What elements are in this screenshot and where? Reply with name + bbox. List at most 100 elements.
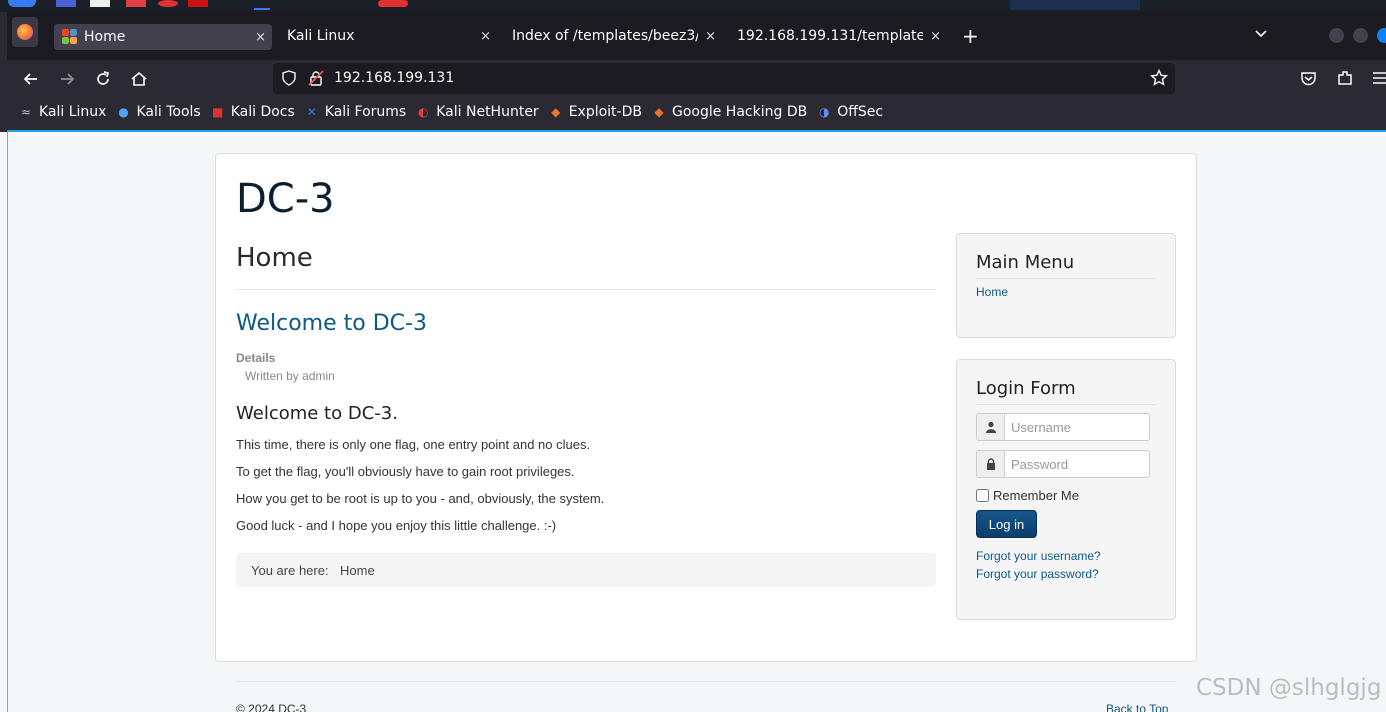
taskbar-app-icon[interactable] (56, 0, 76, 7)
bookmark-exploit-db[interactable]: ◆ Exploit-DB (548, 104, 642, 120)
username-input[interactable] (1004, 413, 1150, 441)
breadcrumb-prefix: You are here: (251, 563, 329, 578)
home-icon[interactable] (129, 69, 149, 89)
new-tab-button[interactable]: + (962, 25, 979, 47)
extensions-icon[interactable] (1336, 69, 1354, 87)
tab-title: Kali Linux (287, 28, 355, 44)
maximize-button[interactable] (1353, 28, 1368, 43)
bookmarks-list: ≈ Kali Linux ● Kali Tools ■ Kali Docs ✕ Kali… (18, 104, 892, 120)
article-paragraph: Good luck - and I hope you enjoy this li… (236, 518, 557, 533)
password-input[interactable] (1004, 450, 1150, 478)
bookmark-label: Kali Tools (136, 104, 201, 120)
page-title: Home (236, 243, 313, 273)
menu-icon[interactable] (1372, 70, 1386, 86)
password-group (976, 450, 1150, 478)
remember-me[interactable]: Remember Me (976, 488, 1079, 503)
taskbar-app-icon[interactable] (158, 0, 178, 7)
tab-title: Index of /templates/beez3/ht (512, 28, 698, 44)
csdn-watermark: CSDN @slhglgjg (1196, 675, 1382, 701)
article-details-label: Details (236, 351, 276, 365)
bookmark-kali-tools[interactable]: ● Kali Tools (115, 104, 200, 120)
close-icon[interactable]: × (480, 29, 491, 44)
taskbar-app-icon[interactable] (126, 0, 146, 7)
login-button[interactable]: Log in (976, 510, 1037, 538)
firefox-view-button[interactable] (12, 17, 38, 47)
close-icon[interactable]: × (705, 29, 716, 44)
bookmark-label: Kali NetHunter (436, 104, 539, 120)
article-paragraph: To get the flag, you'll obviously have t… (236, 464, 575, 479)
article-author: Written by admin (245, 369, 335, 383)
article-paragraph: How you get to be root is up to you - an… (236, 491, 605, 506)
divider (976, 278, 1156, 279)
url-text[interactable]: 192.168.199.131 (334, 70, 454, 86)
back-to-top-link[interactable]: Back to Top (1106, 702, 1168, 712)
bookmark-label: Exploit-DB (568, 104, 642, 120)
tab-title: Home (84, 29, 126, 45)
forgot-username-link[interactable]: Forgot your username? (976, 549, 1101, 563)
reload-icon[interactable] (93, 69, 113, 89)
bookmark-label: Kali Docs (230, 104, 295, 120)
tab-templates-b[interactable]: 192.168.199.131/templates/b × (729, 12, 947, 60)
minimize-button[interactable] (1329, 28, 1344, 43)
bookmark-offsec[interactable]: ◑ OffSec (816, 104, 883, 120)
user-icon (976, 413, 1004, 441)
shield-icon[interactable] (281, 70, 297, 86)
close-window-button[interactable] (1377, 28, 1386, 43)
kali-menu-icon[interactable] (8, 0, 36, 7)
divider (236, 289, 936, 290)
taskbar-app-icon[interactable] (90, 0, 110, 7)
tab-index-templates[interactable]: Index of /templates/beez3/ht × (504, 12, 722, 60)
forward-icon[interactable] (57, 69, 77, 89)
main-menu-item-home[interactable]: Home (976, 285, 1008, 299)
back-icon[interactable] (21, 69, 41, 89)
breadcrumb: You are here: Home (236, 553, 936, 587)
offsec-icon: ◑ (818, 105, 830, 119)
tab-kali-linux[interactable]: Kali Linux × (279, 12, 497, 60)
article-paragraph: This time, there is only one flag, one e… (236, 437, 591, 452)
cpu-graph (1010, 0, 1140, 10)
article-heading: Welcome to DC-3. (236, 403, 398, 424)
taskbar-app-icon[interactable] (188, 0, 208, 7)
bookmark-kali-docs[interactable]: ■ Kali Docs (210, 104, 295, 120)
main-menu-title: Main Menu (976, 252, 1075, 273)
tab-home[interactable]: Home × (54, 24, 272, 50)
exploit-db-icon: ◆ (551, 105, 561, 119)
kali-dragon-icon: ≈ (20, 105, 32, 119)
footer-copyright: © 2024 DC-3 (236, 702, 307, 712)
bookmark-label: Kali Linux (39, 104, 107, 120)
chevron-down-icon[interactable] (1254, 27, 1268, 41)
bookmark-label: Google Hacking DB (671, 104, 808, 120)
ghdb-icon: ◆ (654, 105, 664, 119)
article-title-link[interactable]: Welcome to DC-3 (236, 311, 427, 336)
login-form-title: Login Form (976, 378, 1076, 399)
close-icon[interactable]: × (255, 30, 266, 45)
star-icon[interactable] (1150, 69, 1168, 87)
username-group (976, 413, 1150, 441)
remember-me-checkbox[interactable] (976, 489, 989, 502)
bookmark-kali-linux[interactable]: ≈ Kali Linux (18, 104, 107, 120)
login-form-module: Login Form Remember Me Log in Forgot you… (956, 359, 1176, 620)
lock-icon (976, 450, 1004, 478)
os-taskbar (0, 0, 1386, 12)
bookmark-kali-nethunter[interactable]: ◐ Kali NetHunter (415, 104, 539, 120)
bookmark-label: Kali Forums (324, 104, 407, 120)
kali-docs-icon: ■ (212, 105, 224, 119)
forgot-password-link[interactable]: Forgot your password? (976, 567, 1099, 581)
bookmark-google-hacking-db[interactable]: ◆ Google Hacking DB (651, 104, 807, 120)
pocket-icon[interactable] (1300, 70, 1317, 87)
window-edge (0, 12, 7, 132)
kali-tools-icon: ● (118, 105, 129, 119)
close-icon[interactable]: × (930, 29, 941, 44)
divider (976, 404, 1156, 405)
lock-insecure-icon[interactable] (308, 70, 324, 86)
nethunter-icon: ◐ (417, 105, 429, 119)
joomla-icon (62, 29, 78, 45)
bookmark-kali-forums[interactable]: ✕ Kali Forums (304, 104, 406, 120)
breadcrumb-current: Home (340, 563, 375, 578)
taskbar-app-icon[interactable] (378, 0, 408, 7)
bookmark-label: OffSec (837, 104, 884, 120)
site-brand[interactable]: DC-3 (236, 176, 335, 222)
taskbar-indicator (254, 8, 270, 10)
footer-divider (236, 681, 1176, 682)
remember-me-label: Remember Me (993, 488, 1079, 503)
